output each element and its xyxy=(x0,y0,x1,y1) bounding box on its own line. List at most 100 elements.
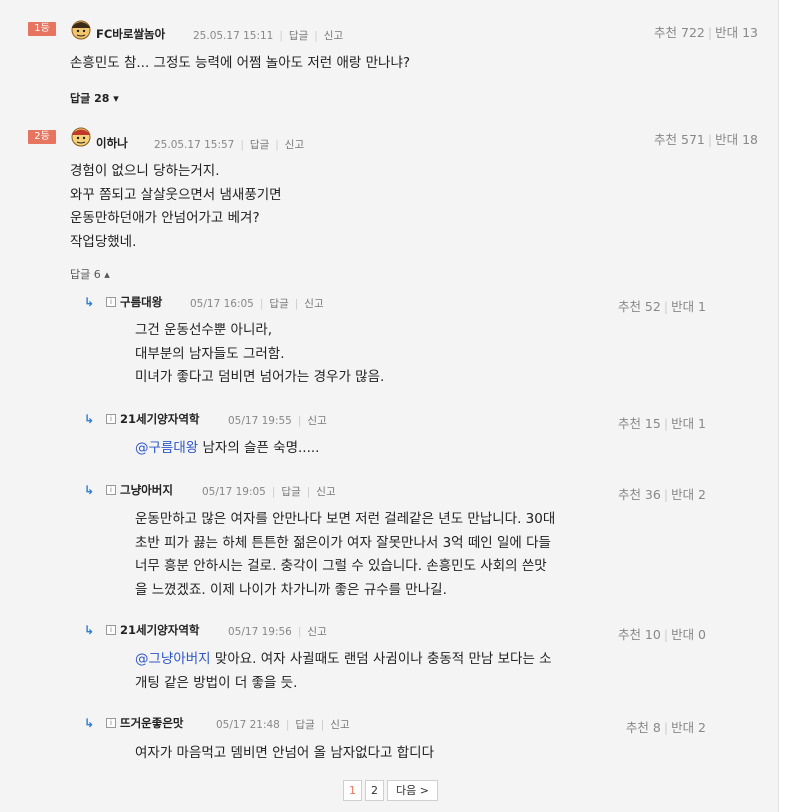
report-button[interactable]: 신고 xyxy=(304,298,323,310)
comment-line: 와꾸 쫌되고 살살웃으면서 냄새풍기면 xyxy=(70,186,282,203)
page-1-button[interactable]: 1 xyxy=(343,780,362,801)
page-margin xyxy=(779,0,790,812)
comment-line: 을 느꼈겠죠. 이제 나이가 차가니까 좋은 규수를 만나길. xyxy=(135,581,447,598)
page-2-button[interactable]: 2 xyxy=(365,780,384,801)
datetime: 05/17 16:05 xyxy=(190,298,254,310)
nickname[interactable]: 뜨거운좋은맛 xyxy=(120,715,183,731)
level-icon: ⅰ xyxy=(106,414,116,424)
datetime: 05/17 19:05 xyxy=(202,486,266,498)
comment-line: @구름대왕 남자의 슬픈 숙명..... xyxy=(135,440,320,456)
report-button[interactable]: 신고 xyxy=(307,415,326,427)
report-button[interactable]: 신고 xyxy=(316,486,335,498)
reply-button[interactable]: 답글 xyxy=(250,139,269,151)
upvote-button[interactable]: 추천 8 xyxy=(626,720,661,735)
datetime: 05/17 21:48 xyxy=(216,719,280,731)
next-page-button[interactable]: 다음 > xyxy=(387,780,438,801)
level-icon: ⅰ xyxy=(106,297,116,307)
comment-line: @그냥아버지 맞아요. 여자 사귈때도 랜덤 사귐이나 충동적 만남 보다는 소 xyxy=(135,651,552,667)
comment-section: 1등 FC바로쌀놈아 25.05.17 15:11 | 답글 | 신고 추천 722 | 반… xyxy=(0,0,779,812)
upvote-button[interactable]: 추천 722 xyxy=(654,25,705,40)
downvote-button[interactable]: 반대 1 xyxy=(671,299,706,314)
downvote-button[interactable]: 반대 1 xyxy=(671,416,706,431)
vote-box: 추천 571 | 반대 18 xyxy=(654,132,758,147)
report-button[interactable]: 신고 xyxy=(285,139,304,151)
downvote-button[interactable]: 반대 13 xyxy=(715,25,758,40)
downvote-button[interactable]: 반대 2 xyxy=(671,487,706,502)
reply-arrow-icon: ↳ xyxy=(84,623,95,637)
upvote-button[interactable]: 추천 10 xyxy=(618,627,661,642)
reply-arrow-icon: ↳ xyxy=(84,412,95,426)
comment-meta: 05/17 21:48 | 답글 | 신고 xyxy=(216,719,350,731)
comment-text: 그건 운동선수뿐 아니라, 대부분의 남자들도 그러함. 미녀가 좋다고 덤비면… xyxy=(135,319,384,390)
reply-arrow-icon: ↳ xyxy=(84,716,95,730)
report-button[interactable]: 신고 xyxy=(307,626,326,638)
datetime: 25.05.17 15:11 xyxy=(193,30,274,42)
nickname[interactable]: FC바로쌀놈아 xyxy=(96,26,165,42)
report-button[interactable]: 신고 xyxy=(330,719,349,731)
downvote-button[interactable]: 반대 2 xyxy=(671,720,706,735)
level-icon: ⅰ xyxy=(106,485,116,495)
upvote-button[interactable]: 추천 15 xyxy=(618,416,661,431)
upvote-button[interactable]: 추천 36 xyxy=(618,487,661,502)
rank-badge: 2등 xyxy=(28,130,56,144)
mention-link[interactable]: @구름대왕 xyxy=(135,440,198,456)
reply-button[interactable]: 답글 xyxy=(295,719,314,731)
comment-text: 손흥민도 참... 그정도 능력에 어쩜 놀아도 저런 애랑 만나냐? xyxy=(70,52,410,76)
avatar-icon[interactable] xyxy=(70,18,92,40)
nickname[interactable]: 구름대왕 xyxy=(120,294,162,310)
vote-box: 추천 722 | 반대 13 xyxy=(654,25,758,40)
comment-line: 미녀가 좋다고 덤비면 넘어가는 경우가 많음. xyxy=(135,369,385,385)
downvote-button[interactable]: 반대 18 xyxy=(715,132,758,147)
datetime: 05/17 19:55 xyxy=(228,415,292,427)
level-icon: ⅰ xyxy=(106,625,116,635)
comment-line: 초반 피가 끓는 하체 튼튼한 젊은이가 여자 잘못만나서 3억 떼인 일에 다… xyxy=(135,534,551,551)
comment-line: 작업당했네. xyxy=(70,233,137,250)
upvote-button[interactable]: 추천 571 xyxy=(654,132,705,147)
rank-badge: 1등 xyxy=(28,22,56,36)
upvote-button[interactable]: 추천 52 xyxy=(618,299,661,314)
comment-meta: 05/17 19:05 | 답글 | 신고 xyxy=(202,486,336,498)
downvote-button[interactable]: 반대 0 xyxy=(671,627,706,642)
comment-text: @그냥아버지 맞아요. 여자 사귈때도 랜덤 사귐이나 충동적 만남 보다는 소… xyxy=(135,648,552,695)
comment-line: 대부분의 남자들도 그러함. xyxy=(135,345,285,362)
datetime: 05/17 19:56 xyxy=(228,626,292,638)
vote-box: 추천 15 | 반대 1 xyxy=(617,416,706,431)
reply-button[interactable]: 답글 xyxy=(269,298,288,310)
vote-box: 추천 36 | 반대 2 xyxy=(617,487,706,502)
comment-line: 운동만하던애가 안넘어가고 베겨? xyxy=(70,210,260,226)
comment-meta: 25.05.17 15:57 | 답글 | 신고 xyxy=(154,139,305,151)
comment-meta: 05/17 16:05 | 답글 | 신고 xyxy=(190,298,324,310)
reply-toggle-button[interactable]: 답글 28 ▾ xyxy=(70,90,119,106)
comment-meta: 25.05.17 15:11 | 답글 | 신고 xyxy=(193,30,344,42)
level-icon: ⅰ xyxy=(106,718,116,728)
comment-line: 너무 흥분 안하시는 걸로. 충각이 그럴 수 있습니다. 손흥민도 사회의 쓴… xyxy=(135,558,547,574)
comment-text: @구름대왕 남자의 슬픈 숙명..... xyxy=(135,437,319,461)
pagination: 1 2 다음 > xyxy=(343,780,438,802)
comment-line: 운동만하고 많은 여자를 안만나다 보면 저런 걸레같은 년도 만납니다. 30… xyxy=(135,511,556,527)
reply-arrow-icon: ↳ xyxy=(84,483,95,497)
nickname[interactable]: 21세기양자역학 xyxy=(120,411,199,427)
reply-button[interactable]: 답글 xyxy=(289,30,308,42)
reply-toggle-button[interactable]: 답글 6 ▴ xyxy=(70,266,110,282)
comment-line: 여자가 마음먹고 뎀비면 안넘어 올 남자없다고 합디다 xyxy=(135,745,434,761)
vote-box: 추천 10 | 반대 0 xyxy=(617,627,706,642)
comment-text: 여자가 마음먹고 뎀비면 안넘어 올 남자없다고 합디다 xyxy=(135,742,434,766)
comment-meta: 05/17 19:55 | 신고 xyxy=(228,415,327,427)
reply-button[interactable]: 답글 xyxy=(281,486,300,498)
comment-text: 경험이 없으니 당하는거지. 와꾸 쫌되고 살살웃으면서 냄새풍기면 운동만하던… xyxy=(70,160,282,254)
nickname[interactable]: 이하나 xyxy=(96,135,128,151)
vote-box: 추천 8 | 반대 2 xyxy=(625,720,706,735)
comment-line: 경험이 없으니 당하는거지. xyxy=(70,163,220,179)
comment-line: 개팅 같은 방법이 더 좋을 듯. xyxy=(135,674,298,691)
reply-arrow-icon: ↳ xyxy=(84,295,95,309)
comment-text: 운동만하고 많은 여자를 안만나다 보면 저런 걸레같은 년도 만납니다. 30… xyxy=(135,508,555,602)
nickname[interactable]: 그냥아버지 xyxy=(120,482,173,498)
datetime: 25.05.17 15:57 xyxy=(154,139,235,151)
avatar-icon[interactable] xyxy=(70,125,92,147)
comment-line: 손흥민도 참... 그정도 능력에 어쩜 놀아도 저런 애랑 만나냐? xyxy=(70,55,411,71)
report-button[interactable]: 신고 xyxy=(324,30,343,42)
mention-link[interactable]: @그냥아버지 xyxy=(135,651,211,667)
vote-box: 추천 52 | 반대 1 xyxy=(617,299,706,314)
comment-line: 그건 운동선수뿐 아니라, xyxy=(135,322,273,338)
nickname[interactable]: 21세기양자역학 xyxy=(120,622,199,638)
